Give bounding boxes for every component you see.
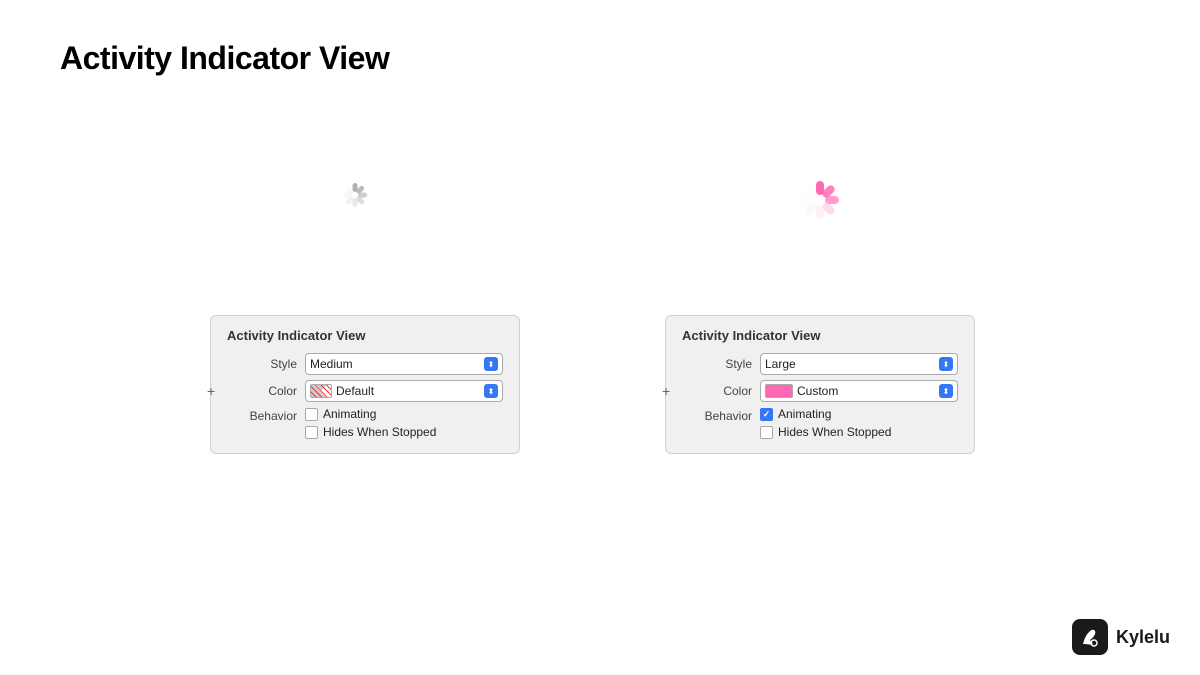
branding-name: Kylelu: [1116, 627, 1170, 648]
left-animating-checkbox[interactable]: [305, 408, 318, 421]
left-color-value: Default: [336, 384, 484, 398]
right-behavior-section: Behavior Animating Hides When Stopped: [682, 407, 958, 439]
left-color-select[interactable]: Default: [305, 380, 503, 402]
right-color-arrow-icon: [939, 384, 953, 398]
left-color-arrow-icon: [484, 384, 498, 398]
right-color-label: Color: [682, 384, 752, 398]
right-style-arrow-icon: [939, 357, 953, 371]
right-color-value: Custom: [797, 384, 939, 398]
left-behavior-section: Behavior Animating Hides When Stopped: [227, 407, 503, 439]
left-inspector-panel: Activity Indicator View Style Medium Col…: [210, 315, 520, 454]
left-plus-button[interactable]: +: [207, 383, 215, 399]
right-color-swatch: [765, 384, 793, 398]
left-style-row: Style Medium: [227, 353, 503, 375]
right-animating-checkbox[interactable]: [760, 408, 773, 421]
left-spinner: [330, 170, 380, 220]
left-style-label: Style: [227, 357, 297, 371]
right-inspector-panel: Activity Indicator View Style Large Colo…: [665, 315, 975, 454]
left-color-swatch: [310, 384, 332, 398]
right-color-select[interactable]: Custom: [760, 380, 958, 402]
right-panel-title: Activity Indicator View: [682, 328, 958, 343]
left-behavior-label: Behavior: [227, 407, 297, 423]
right-behavior-checks: Animating Hides When Stopped: [760, 407, 891, 439]
left-color-label: Color: [227, 384, 297, 398]
left-animating-label: Animating: [323, 407, 376, 421]
right-plus-button[interactable]: +: [662, 383, 670, 399]
right-style-select[interactable]: Large: [760, 353, 958, 375]
left-panel-title: Activity Indicator View: [227, 328, 503, 343]
right-style-row: Style Large: [682, 353, 958, 375]
left-hides-checkbox[interactable]: [305, 426, 318, 439]
right-hides-checkbox[interactable]: [760, 426, 773, 439]
left-style-value: Medium: [310, 357, 484, 371]
branding-logo: [1072, 619, 1108, 655]
right-color-row: Color Custom +: [682, 380, 958, 402]
right-behavior-label: Behavior: [682, 407, 752, 423]
pink-activity-indicator: [780, 160, 860, 240]
page-title: Activity Indicator View: [60, 40, 389, 77]
left-animating-row: Animating: [305, 407, 436, 421]
gray-activity-indicator: [330, 170, 380, 220]
left-style-select[interactable]: Medium: [305, 353, 503, 375]
right-style-label: Style: [682, 357, 752, 371]
right-animating-row: Animating: [760, 407, 891, 421]
branding: Kylelu: [1072, 619, 1170, 655]
right-hides-label: Hides When Stopped: [778, 425, 891, 439]
left-hides-label: Hides When Stopped: [323, 425, 436, 439]
left-color-inner: Default: [310, 384, 484, 398]
right-style-value: Large: [765, 357, 939, 371]
right-spinner: [780, 160, 860, 240]
left-color-row: Color Default +: [227, 380, 503, 402]
left-hides-row: Hides When Stopped: [305, 425, 436, 439]
right-hides-row: Hides When Stopped: [760, 425, 891, 439]
right-color-inner: Custom: [765, 384, 939, 398]
right-animating-label: Animating: [778, 407, 831, 421]
left-style-arrow-icon: [484, 357, 498, 371]
left-behavior-checks: Animating Hides When Stopped: [305, 407, 436, 439]
